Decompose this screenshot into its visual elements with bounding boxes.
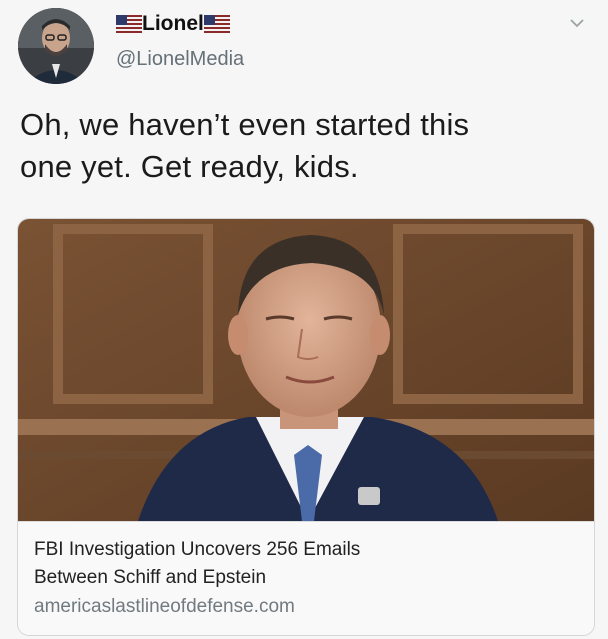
link-card[interactable]: FBI Investigation Uncovers 256 Emails Be… (17, 218, 595, 636)
user-names: Lionel @LionelMedia (116, 12, 244, 71)
tweet: Lionel @LionelMedia Oh, we haven’t even … (0, 0, 608, 639)
display-name-row[interactable]: Lionel (116, 12, 244, 36)
us-flag-icon (116, 15, 142, 33)
link-card-title[interactable]: FBI Investigation Uncovers 256 Emails Be… (34, 536, 514, 592)
us-flag-icon (203, 15, 230, 33)
link-card-domain[interactable]: americaslastlineofdefense.com (34, 596, 580, 618)
tweet-text-line: one yet. Get ready, kids. (20, 149, 359, 184)
user-handle[interactable]: @LionelMedia (116, 48, 244, 71)
link-card-title-line: Between Schiff and Epstein (34, 567, 267, 588)
chevron-down-icon[interactable] (566, 12, 588, 34)
tweet-header: Lionel @LionelMedia (18, 6, 598, 84)
user-avatar-icon (18, 8, 94, 84)
link-card-image[interactable] (18, 219, 594, 521)
tweet-text: Oh, we haven’t even started this one yet… (20, 104, 590, 188)
tweet-text-line: Oh, we haven’t even started this (20, 107, 470, 142)
link-card-title-line: FBI Investigation Uncovers 256 Emails (34, 539, 361, 560)
display-name: Lionel (142, 12, 204, 35)
news-photo-icon (18, 219, 594, 521)
avatar[interactable] (18, 8, 94, 84)
link-card-meta[interactable]: FBI Investigation Uncovers 256 Emails Be… (18, 521, 594, 635)
